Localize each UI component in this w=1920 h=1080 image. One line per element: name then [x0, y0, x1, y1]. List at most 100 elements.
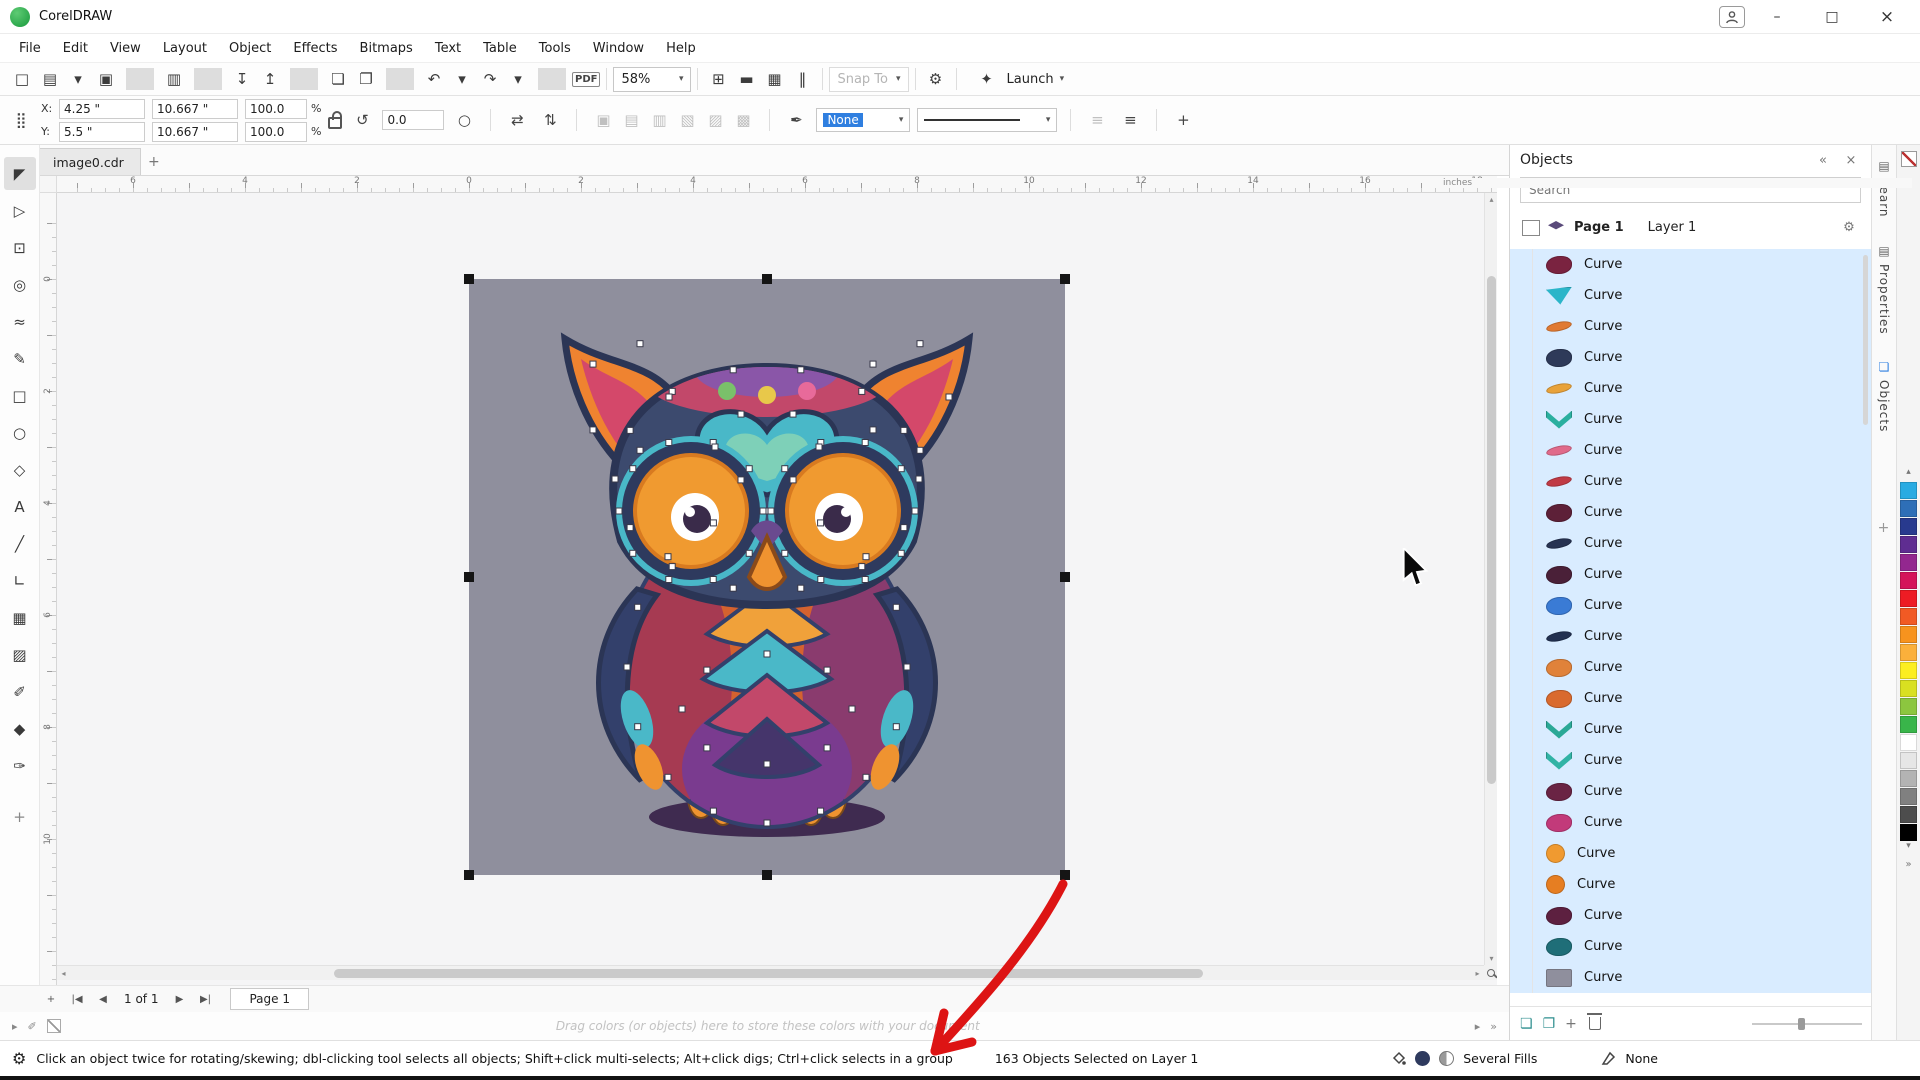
zoom-level-combo[interactable]: 58% ▾: [613, 67, 691, 92]
open-caret[interactable]: ▾: [64, 65, 92, 93]
horizontal-scrollbar[interactable]: ◂ ▸: [57, 965, 1484, 980]
copy-icon[interactable]: ❏: [324, 65, 352, 93]
object-list-item[interactable]: Curve: [1510, 745, 1872, 776]
object-list-item[interactable]: Curve: [1510, 714, 1872, 745]
docker-close-icon[interactable]: ×: [1841, 153, 1861, 168]
object-list-item[interactable]: Curve: [1510, 807, 1872, 838]
object-y-field[interactable]: [59, 122, 145, 142]
previous-page-button[interactable]: ◀: [92, 988, 114, 1010]
palette-color-swatch[interactable]: [1900, 500, 1917, 517]
palette-color-swatch[interactable]: [1900, 536, 1917, 553]
palette-color-swatch[interactable]: [1900, 590, 1917, 607]
crop-tool[interactable]: ⊡: [4, 231, 36, 264]
connector-tool[interactable]: ∟: [4, 564, 36, 597]
object-height-field[interactable]: [152, 122, 238, 142]
object-list-scrollbar[interactable]: [1863, 255, 1868, 425]
palette-color-swatch[interactable]: [1900, 608, 1917, 625]
object-list-item[interactable]: Curve: [1510, 466, 1872, 497]
scale-h-field[interactable]: [245, 99, 307, 119]
smart-fill-tool[interactable]: ◆: [4, 712, 36, 745]
palette-color-swatch[interactable]: [1900, 752, 1917, 769]
close-button[interactable]: ×: [1864, 0, 1910, 33]
object-list-item[interactable]: Curve: [1510, 776, 1872, 807]
object-list-item[interactable]: Curve: [1510, 373, 1872, 404]
wrap-text-icon[interactable]: ≡: [1084, 107, 1110, 133]
snap-to-combo[interactable]: Snap To ▾: [829, 67, 908, 92]
scroll-left-icon[interactable]: ◂: [57, 967, 70, 980]
horizontal-ruler[interactable]: 642024681012141618: [57, 176, 1497, 193]
ruler-origin-corner[interactable]: [40, 176, 57, 193]
object-list-item[interactable]: Curve: [1510, 497, 1872, 528]
zoom-tool[interactable]: ◎: [4, 268, 36, 301]
owl-artwork[interactable]: [469, 279, 1065, 875]
object-width-field[interactable]: [152, 99, 238, 119]
polygon-tool[interactable]: ◇: [4, 453, 36, 486]
selection-handle[interactable]: [762, 870, 772, 880]
ungroup-icon[interactable]: ▩: [730, 107, 756, 133]
palette-color-swatch[interactable]: [1900, 626, 1917, 643]
mirror-horizontal-icon[interactable]: ⇄: [504, 107, 530, 133]
outline-width-combo[interactable]: None ▾: [816, 108, 910, 132]
object-list-item[interactable]: Curve: [1510, 342, 1872, 373]
menu-item[interactable]: Table: [472, 34, 528, 62]
text-tool[interactable]: A: [4, 490, 36, 523]
horizontal-scroll-thumb[interactable]: [334, 969, 1203, 978]
palette-color-swatch[interactable]: [1900, 698, 1917, 715]
separator[interactable]: [126, 68, 154, 90]
separator[interactable]: [194, 68, 222, 90]
add-docker-plus-icon[interactable]: +: [1871, 520, 1896, 536]
object-list-item[interactable]: Curve: [1510, 311, 1872, 342]
forward-one-icon[interactable]: ▥: [646, 107, 672, 133]
palette-color-swatch[interactable]: [1900, 644, 1917, 661]
layer-header-row[interactable]: Page 1 Layer 1 ⚙: [1510, 211, 1871, 243]
selection-handle[interactable]: [464, 274, 474, 284]
palette-color-swatch[interactable]: [1900, 788, 1917, 805]
open-icon[interactable]: ▤: [36, 65, 64, 93]
object-list-item[interactable]: Curve: [1510, 528, 1872, 559]
scale-v-field[interactable]: [245, 122, 307, 142]
menu-item[interactable]: View: [99, 34, 152, 62]
maximize-button[interactable]: □: [1809, 0, 1855, 33]
new-tab-button[interactable]: +: [141, 149, 167, 175]
palette-flyout-arrow-icon[interactable]: ▸: [12, 1020, 18, 1033]
scroll-up-icon[interactable]: ▴: [1485, 193, 1497, 206]
tab-properties[interactable]: ▤ Properties: [1877, 244, 1891, 335]
palette-scroll-down-icon[interactable]: ▾: [1906, 841, 1911, 855]
artistic-media-tool[interactable]: ✎: [4, 342, 36, 375]
menu-item[interactable]: Effects: [282, 34, 348, 62]
smudge-tool[interactable]: ✑: [4, 749, 36, 782]
scroll-right-icon[interactable]: ▸: [1471, 967, 1484, 980]
palette-color-swatch[interactable]: [1900, 554, 1917, 571]
undo-caret[interactable]: ▾: [448, 65, 476, 93]
palette-scroll-right-icon[interactable]: ▸: [1475, 1020, 1481, 1033]
shape-tool[interactable]: ▷: [4, 194, 36, 227]
transparency-tool[interactable]: ▨: [4, 638, 36, 671]
options-gear-icon[interactable]: ⚙: [922, 65, 950, 93]
graph-paper-tool[interactable]: ▦: [4, 601, 36, 634]
object-list-item[interactable]: Curve: [1510, 962, 1872, 993]
selection-handle[interactable]: [762, 274, 772, 284]
menu-item[interactable]: Tools: [528, 34, 582, 62]
back-one-icon[interactable]: ▧: [674, 107, 700, 133]
palette-color-swatch[interactable]: [1900, 806, 1917, 823]
object-list-item[interactable]: Curve: [1510, 590, 1872, 621]
drawing-canvas[interactable]: ▴ ▾ ◂ ▸: [57, 193, 1497, 985]
scroll-down-icon[interactable]: ▾: [1485, 952, 1497, 965]
palette-color-swatch[interactable]: [1900, 770, 1917, 787]
palette-more-icon[interactable]: »: [1490, 1020, 1497, 1033]
selection-handle[interactable]: [1060, 870, 1070, 880]
launch-menu[interactable]: ✦ Launch ▾: [973, 65, 1065, 93]
new-layer-icon[interactable]: ❏: [1520, 1016, 1533, 1032]
print-icon[interactable]: ▥: [160, 65, 188, 93]
ellipse-tool[interactable]: ○: [4, 416, 36, 449]
tab-learn[interactable]: ▤ Learn: [1877, 159, 1891, 218]
new-object-icon[interactable]: +: [1565, 1016, 1577, 1032]
rotation-angle-field[interactable]: [382, 110, 444, 130]
vertical-scrollbar[interactable]: ▴ ▾: [1484, 193, 1497, 965]
document-tab[interactable]: image0.cdr: [36, 148, 141, 175]
object-list-item[interactable]: Curve: [1510, 559, 1872, 590]
status-settings-gear-icon[interactable]: ⚙: [12, 1049, 26, 1068]
rectangle-tool[interactable]: □: [4, 379, 36, 412]
tab-objects[interactable]: ❏ Objects: [1877, 360, 1891, 432]
new-master-layer-icon[interactable]: ❐: [1543, 1016, 1556, 1032]
